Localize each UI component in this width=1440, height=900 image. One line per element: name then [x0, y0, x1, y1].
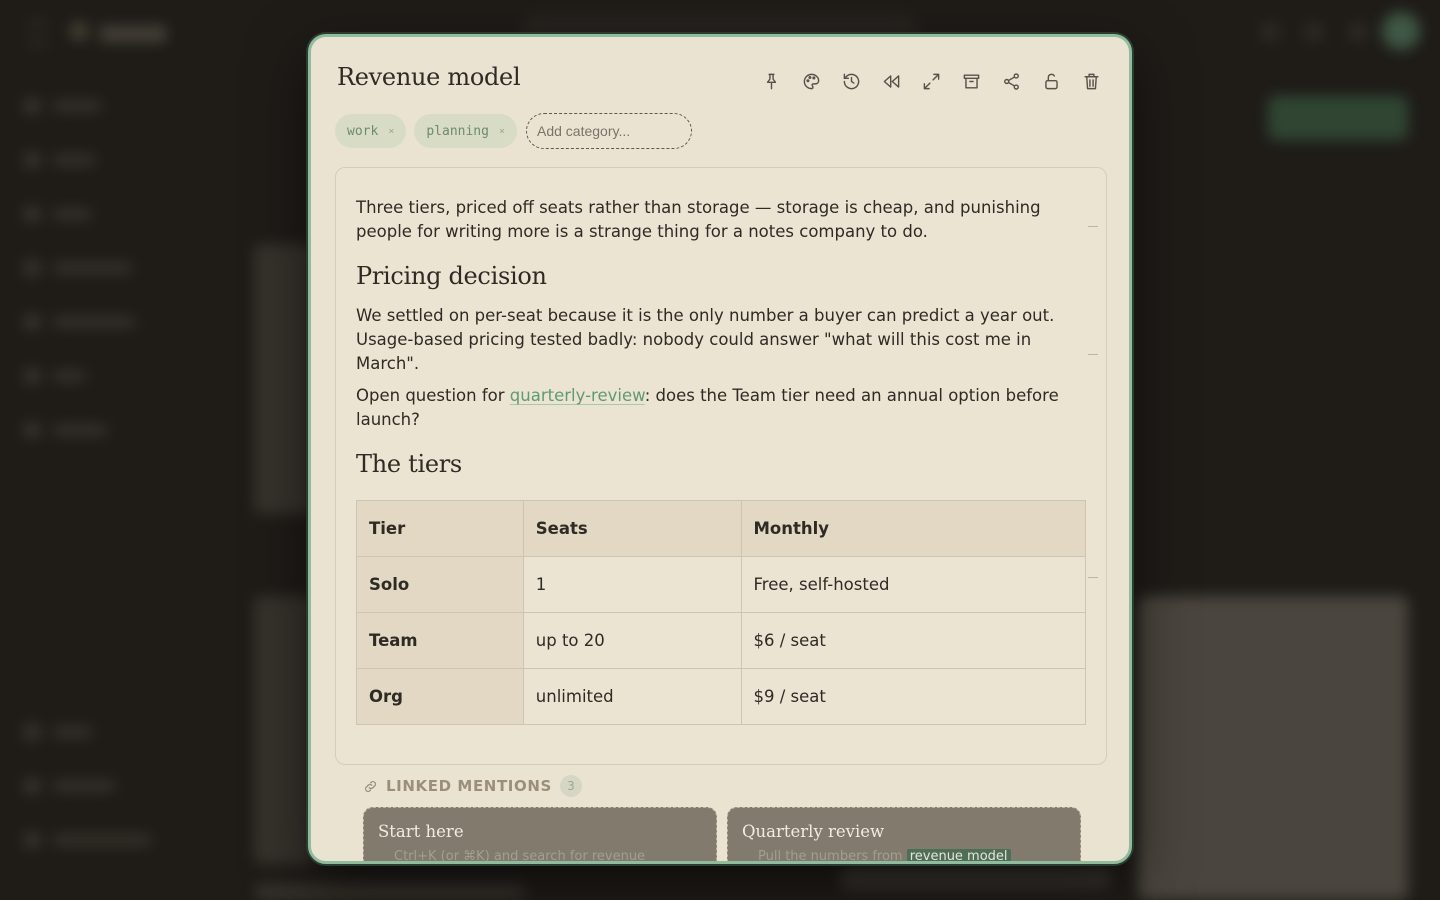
table-cell[interactable]: $6 / seat [740, 612, 1087, 669]
note-toolbar [751, 65, 1111, 97]
sidebar-item [24, 832, 152, 848]
sidebar [0, 64, 220, 900]
color-button[interactable] [791, 65, 831, 97]
tag-label: work [347, 123, 379, 139]
topbar-icon [1304, 22, 1324, 42]
avatar [1382, 12, 1420, 50]
revert-button[interactable] [871, 65, 911, 97]
mention-title: Quarterly review [742, 822, 885, 841]
sidebar-item [24, 422, 108, 438]
delete-button[interactable] [1071, 65, 1111, 97]
table-cell[interactable]: up to 20 [522, 612, 742, 669]
sidebar-item [24, 724, 92, 740]
mention-snippet: Pull the numbers from revenue model [758, 849, 1066, 861]
category-tags: work × planning × [335, 113, 692, 149]
table-row: Solo 1 Free, self-hosted [356, 556, 1087, 613]
linked-mention-card[interactable]: Start here Ctrl+K (or ⌘K) and search for… [363, 807, 717, 864]
mention-highlight: revenue model [906, 849, 1011, 861]
wiki-link-quarterly-review[interactable]: quarterly-review [510, 386, 645, 405]
rewind-icon [883, 74, 899, 88]
palette-icon [803, 73, 819, 89]
mention-snippet: Ctrl+K (or ⌘K) and search for revenue [394, 849, 646, 864]
expand-icon [923, 73, 939, 89]
block-handle[interactable] [1088, 226, 1098, 227]
sidebar-item [24, 206, 92, 222]
tag-work[interactable]: work × [335, 114, 407, 148]
sidebar-item [24, 152, 96, 168]
intro-paragraph[interactable]: Three tiers, priced off seats rather tha… [356, 196, 1066, 244]
pin-button[interactable] [751, 65, 791, 97]
sidebar-item [24, 368, 86, 384]
table-cell[interactable]: 1 [522, 556, 742, 613]
question-paragraph[interactable]: Open question for quarterly-review: does… [356, 384, 1066, 432]
heading-tiers[interactable]: The tiers [356, 450, 462, 478]
sidebar-item [24, 778, 116, 794]
note-card [1138, 596, 1408, 900]
note-card [254, 884, 526, 900]
table-cell[interactable]: Org [356, 668, 524, 725]
linked-mention-card[interactable]: Quarterly review Pull the numbers from r… [727, 807, 1081, 861]
linked-mentions-header: LINKED MENTIONS 3 [363, 775, 582, 797]
expand-button[interactable] [911, 65, 951, 97]
table-header-row: Tier Seats Monthly [356, 500, 1087, 557]
table-cell[interactable]: unlimited [522, 668, 742, 725]
share-icon [1003, 72, 1019, 90]
note-card [840, 866, 1110, 890]
block-handle[interactable] [1088, 577, 1098, 578]
table-header-cell[interactable]: Monthly [740, 500, 1087, 557]
trash-icon [1083, 73, 1099, 89]
app-logo: ▮▮▮▮▮▮ [100, 20, 167, 44]
topbar-icon [1260, 22, 1280, 42]
table-cell[interactable]: $9 / seat [740, 668, 1087, 725]
table-header-cell[interactable]: Seats [522, 500, 742, 557]
add-category-input[interactable] [526, 113, 692, 149]
menu-icon [28, 22, 48, 44]
note-modal: Revenue model work × planning × Add cate… [308, 34, 1132, 864]
block-handle[interactable] [1088, 354, 1098, 355]
sidebar-item [24, 98, 102, 114]
unlock-icon [1044, 73, 1058, 89]
share-button[interactable] [991, 65, 1031, 97]
tag-label: planning [426, 123, 489, 139]
heading-pricing[interactable]: Pricing decision [356, 262, 547, 290]
sidebar-item [24, 314, 136, 330]
table-row: Org unlimited $9 / seat [356, 668, 1087, 725]
remove-tag-icon[interactable]: × [499, 126, 505, 137]
mention-title: Start here [378, 822, 464, 841]
logo-icon [70, 22, 88, 40]
note-title[interactable]: Revenue model [337, 63, 521, 91]
tag-planning[interactable]: planning × [414, 114, 517, 148]
history-icon [843, 73, 859, 89]
link-icon [365, 780, 376, 792]
table-row: Team up to 20 $6 / seat [356, 612, 1087, 669]
new-note-button [1268, 96, 1408, 140]
lock-button[interactable] [1031, 65, 1071, 97]
table-cell[interactable]: Free, self-hosted [740, 556, 1087, 613]
archive-icon [963, 73, 979, 89]
topbar-icon [1348, 22, 1368, 42]
question-text: Open question for [356, 386, 510, 405]
table-header-cell[interactable]: Tier [356, 500, 524, 557]
sidebar-item [24, 260, 132, 276]
linked-mentions-count: 3 [559, 775, 582, 797]
history-button[interactable] [831, 65, 871, 97]
tiers-table[interactable]: Tier Seats Monthly Solo 1 Free, self-hos… [356, 500, 1087, 725]
pin-icon [766, 73, 776, 89]
table-cell[interactable]: Team [356, 612, 524, 669]
archive-button[interactable] [951, 65, 991, 97]
linked-mentions-title: LINKED MENTIONS [386, 777, 552, 795]
note-card [254, 596, 314, 864]
pricing-paragraph[interactable]: We settled on per-seat because it is the… [356, 304, 1066, 376]
table-cell[interactable]: Solo [356, 556, 524, 613]
remove-tag-icon[interactable]: × [388, 126, 394, 137]
note-editor[interactable]: Three tiers, priced off seats rather tha… [335, 167, 1107, 765]
note-card [254, 244, 314, 514]
